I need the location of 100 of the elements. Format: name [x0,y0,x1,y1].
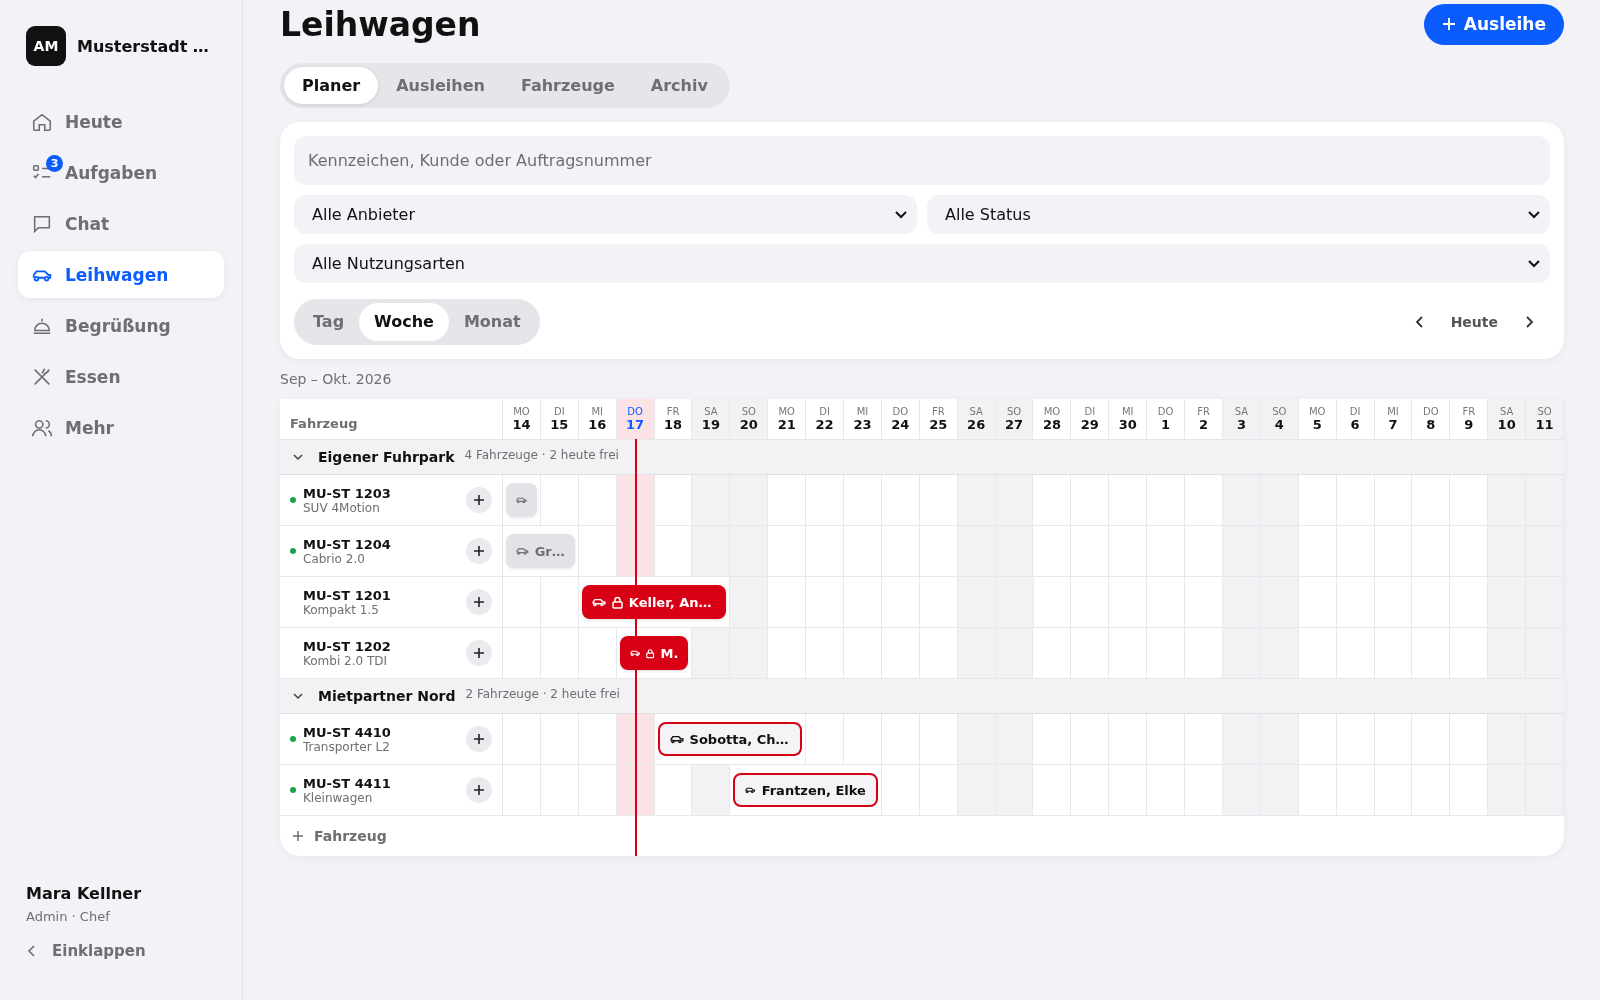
vehicle-model: Kombi 2.0 TDI [303,653,389,668]
tab[interactable]: Planer [284,67,379,104]
group-meta: 2 Fahrzeuge · 2 heute frei [465,687,620,701]
previous-icon[interactable] [1414,315,1425,329]
today-button[interactable]: Heute [1450,314,1498,330]
nav-item[interactable]: Essen [18,353,224,400]
vehicle-plate: MU-ST 1201 [303,587,392,603]
tab[interactable]: Fahrzeuge [502,67,633,104]
lock-icon [646,646,655,660]
chevron-down-icon [895,210,907,219]
group-meta: 4 Fahrzeuge · 2 heute frei [464,448,619,462]
booking-bar[interactable]: M. [619,636,689,670]
column-header: Fahrzeug [280,399,503,439]
day-header: DI 29 [1071,399,1110,439]
vehicle-model: Cabrio 2.0 [303,551,366,566]
booking-bar[interactable] [506,483,537,517]
chevron-down-icon [1528,259,1540,268]
provider-select[interactable]: Alle Anbieter [294,195,917,234]
view-option[interactable]: Woche [359,303,449,341]
day-header: DO 24 [881,399,920,439]
next-icon[interactable] [1524,315,1534,329]
day-cell[interactable] [1260,714,1299,764]
day-header: SO 20 [730,399,769,439]
day-cell[interactable] [957,475,996,525]
add-booking-button[interactable] [466,589,492,615]
day-cell[interactable] [995,475,1034,525]
day-header: DO 17 [616,399,655,439]
nav-item[interactable]: Begrüßung [18,302,224,349]
day-cell[interactable] [995,714,1034,764]
day-cell[interactable] [1260,475,1299,525]
add-vehicle-link[interactable]: Fahrzeug [292,828,387,844]
booking-bar[interactable]: Gr… [506,534,575,568]
chevron-icon [292,690,304,702]
tab[interactable]: Ausleihen [378,67,503,104]
date-range: Sep – Okt. 2026 [280,371,393,387]
vehicle-plate: MU-ST 4410 [303,724,392,740]
day-cell[interactable] [730,475,769,525]
plus-icon [473,596,485,608]
nav-item[interactable]: Chat [18,200,224,247]
vehicle-model: Transporter L2 [303,739,391,754]
day-header: SA 26 [957,399,996,439]
nav-item[interactable]: 3 Aufgaben [18,149,224,196]
add-booking-button[interactable] [466,726,492,752]
view-option[interactable]: Monat [448,303,536,341]
group-row[interactable]: Mietpartner Nord 2 Fahrzeuge · 2 heute frei [280,679,1564,714]
day-header: DI 22 [806,399,845,439]
day-header: DO 1 [1147,399,1186,439]
status-select[interactable]: Alle Status [927,195,1550,234]
plus-icon [292,830,304,842]
day-cell[interactable] [1222,714,1261,764]
new-rental-button[interactable]: Ausleihe [1423,3,1564,45]
org-logo: AM [26,26,66,66]
nav-item[interactable]: Heute [18,98,224,145]
booking-label: Frantzen, Elke [761,782,866,798]
booking-bar[interactable]: Frantzen, Elke [733,773,878,807]
day-header: SA 19 [692,399,731,439]
search-field[interactable]: Kennzeichen, Kunde oder Auftragsnummer [294,136,1550,185]
day-cell[interactable] [1488,475,1527,525]
usage-select[interactable]: Alle Nutzungsarten [294,244,1550,283]
day-header: FR 2 [1185,399,1223,439]
user-name: Mara Kellner [26,884,143,903]
day-cell[interactable] [692,475,731,525]
day-header: MO 28 [1033,399,1072,439]
nav-item[interactable]: Leihwagen [18,251,224,298]
booking-bar[interactable]: Sobotta, Ch… [657,722,803,756]
day-header: DO 8 [1412,399,1451,439]
booking-label: Gr… [534,543,565,559]
add-booking-button[interactable] [466,777,492,803]
plus-icon [473,784,485,796]
car-icon [591,596,606,608]
page-title: Leihwagen [280,4,481,44]
chevron-icon [292,451,304,463]
day-header: SA 3 [1222,399,1261,439]
org-name[interactable]: Musterstadt … [77,36,209,56]
day-header: SO 4 [1260,399,1299,439]
day-header: SA 10 [1488,399,1527,439]
day-cell[interactable] [1222,475,1261,525]
tab[interactable]: Archiv [632,67,726,104]
day-header: FR 25 [919,399,958,439]
add-booking-button[interactable] [466,487,492,513]
user-role: Admin · Chef [26,909,111,924]
vehicle-model: Kleinwagen [303,790,374,805]
plus-icon [473,494,485,506]
car-icon [669,733,684,745]
day-header: SO 11 [1526,399,1564,439]
add-booking-button[interactable] [466,640,492,666]
day-cell[interactable] [1488,714,1527,764]
day-header: MO 5 [1298,399,1337,439]
plus-icon [1441,17,1456,31]
group-row[interactable]: Eigener Fuhrpark 4 Fahrzeuge · 2 heute frei [280,440,1564,475]
booking-bar[interactable]: Keller, An… [581,585,727,619]
group-name: Eigener Fuhrpark [318,449,455,465]
day-cell[interactable] [957,714,996,764]
collapse-button[interactable]: Einklappen [26,942,224,960]
add-booking-button[interactable] [466,538,492,564]
vehicle-model: Kompakt 1.5 [303,602,380,617]
vehicle-plate: MU-ST 4411 [303,775,392,791]
view-option[interactable]: Tag [298,303,360,341]
day-header: DI 6 [1336,399,1375,439]
nav-item[interactable]: Mehr [18,404,224,451]
